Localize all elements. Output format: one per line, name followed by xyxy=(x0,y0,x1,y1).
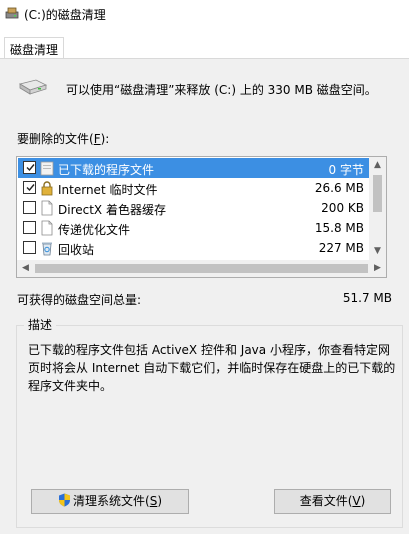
uac-shield-icon xyxy=(59,493,70,507)
clean-system-files-button[interactable]: 清理系统文件(S) xyxy=(31,489,189,514)
document-icon xyxy=(41,220,53,236)
disk-cleanup-panel: 可以使用“磁盘清理”来释放 (C:) 上的 330 MB 磁盘空间。 要删除的文… xyxy=(0,58,409,534)
list-item-internet-temp-files[interactable]: Internet 临时文件 26.6 MB xyxy=(18,178,370,198)
title-bar: (C:)的磁盘清理 xyxy=(0,0,409,28)
summary-text: 可以使用“磁盘清理”来释放 (C:) 上的 330 MB 磁盘空间。 xyxy=(66,83,377,97)
file-name: Internet 临时文件 xyxy=(58,183,158,197)
scroll-right-arrow-icon[interactable]: ▶ xyxy=(369,260,386,277)
tab-disk-cleanup[interactable]: 磁盘清理 xyxy=(4,37,64,58)
view-files-button[interactable]: 查看文件(V) xyxy=(274,489,391,514)
file-name: DirectX 着色器缓存 xyxy=(58,203,166,217)
drive-icon xyxy=(18,79,48,95)
disk-cleanup-app-icon xyxy=(5,7,19,19)
list-item-recycle-bin[interactable]: 回收站 227 MB xyxy=(18,238,370,258)
file-size: 227 MB xyxy=(318,241,364,255)
file-size: 200 KB xyxy=(321,201,364,215)
checkbox-directx-shader-cache[interactable] xyxy=(23,201,36,214)
list-item-delivery-optimization-files[interactable]: 传递优化文件 15.8 MB xyxy=(18,218,370,238)
document-icon xyxy=(41,200,53,216)
files-to-delete-label: 要删除的文件(F): xyxy=(17,132,110,146)
description-title: 描述 xyxy=(24,316,57,333)
tab-strip: 磁盘清理 xyxy=(0,28,409,58)
file-name: 已下载的程序文件 xyxy=(58,163,155,177)
checkbox-recycle-bin[interactable] xyxy=(23,241,36,254)
scroll-up-arrow-icon[interactable]: ▲ xyxy=(369,157,386,174)
total-space-value: 51.7 MB xyxy=(342,291,392,305)
file-size: 15.8 MB xyxy=(314,221,364,235)
checkbox-internet-temp-files[interactable] xyxy=(23,181,36,194)
checkmark-icon xyxy=(26,164,35,172)
horizontal-scroll-thumb[interactable] xyxy=(35,264,368,273)
file-name: 传递优化文件 xyxy=(58,223,131,237)
recycle-bin-icon xyxy=(42,242,52,256)
checkbox-downloaded-program-files[interactable] xyxy=(23,161,36,174)
file-size: 0 字节 xyxy=(328,163,364,177)
checkmark-icon xyxy=(26,184,35,192)
file-size: 26.6 MB xyxy=(314,181,364,195)
total-space-label: 可获得的磁盘空间总量: xyxy=(17,293,142,307)
description-text: 已下载的程序文件包括 ActiveX 控件和 Java 小程序，你查看特定网页时… xyxy=(28,343,396,393)
window-title: (C:)的磁盘清理 xyxy=(24,8,106,22)
list-item-directx-shader-cache[interactable]: DirectX 着色器缓存 200 KB xyxy=(18,198,370,218)
list-item-downloaded-program-files[interactable]: 已下载的程序文件 0 字节 xyxy=(18,158,370,178)
folder-icon xyxy=(40,161,54,176)
scroll-down-arrow-icon[interactable]: ▼ xyxy=(369,243,386,260)
vertical-scroll-thumb[interactable] xyxy=(373,175,382,212)
checkbox-delivery-optimization-files[interactable] xyxy=(23,221,36,234)
scroll-left-arrow-icon[interactable]: ◀ xyxy=(17,260,34,277)
list-vertical-scrollbar[interactable]: ▲ ▼ xyxy=(369,157,386,260)
files-to-delete-list[interactable]: 已下载的程序文件 0 字节 Internet 临时文件 26.6 MB Dire… xyxy=(16,156,387,278)
list-horizontal-scrollbar[interactable]: ◀ ▶ xyxy=(17,260,386,277)
file-name: 回收站 xyxy=(58,243,95,257)
lock-icon xyxy=(41,181,53,196)
